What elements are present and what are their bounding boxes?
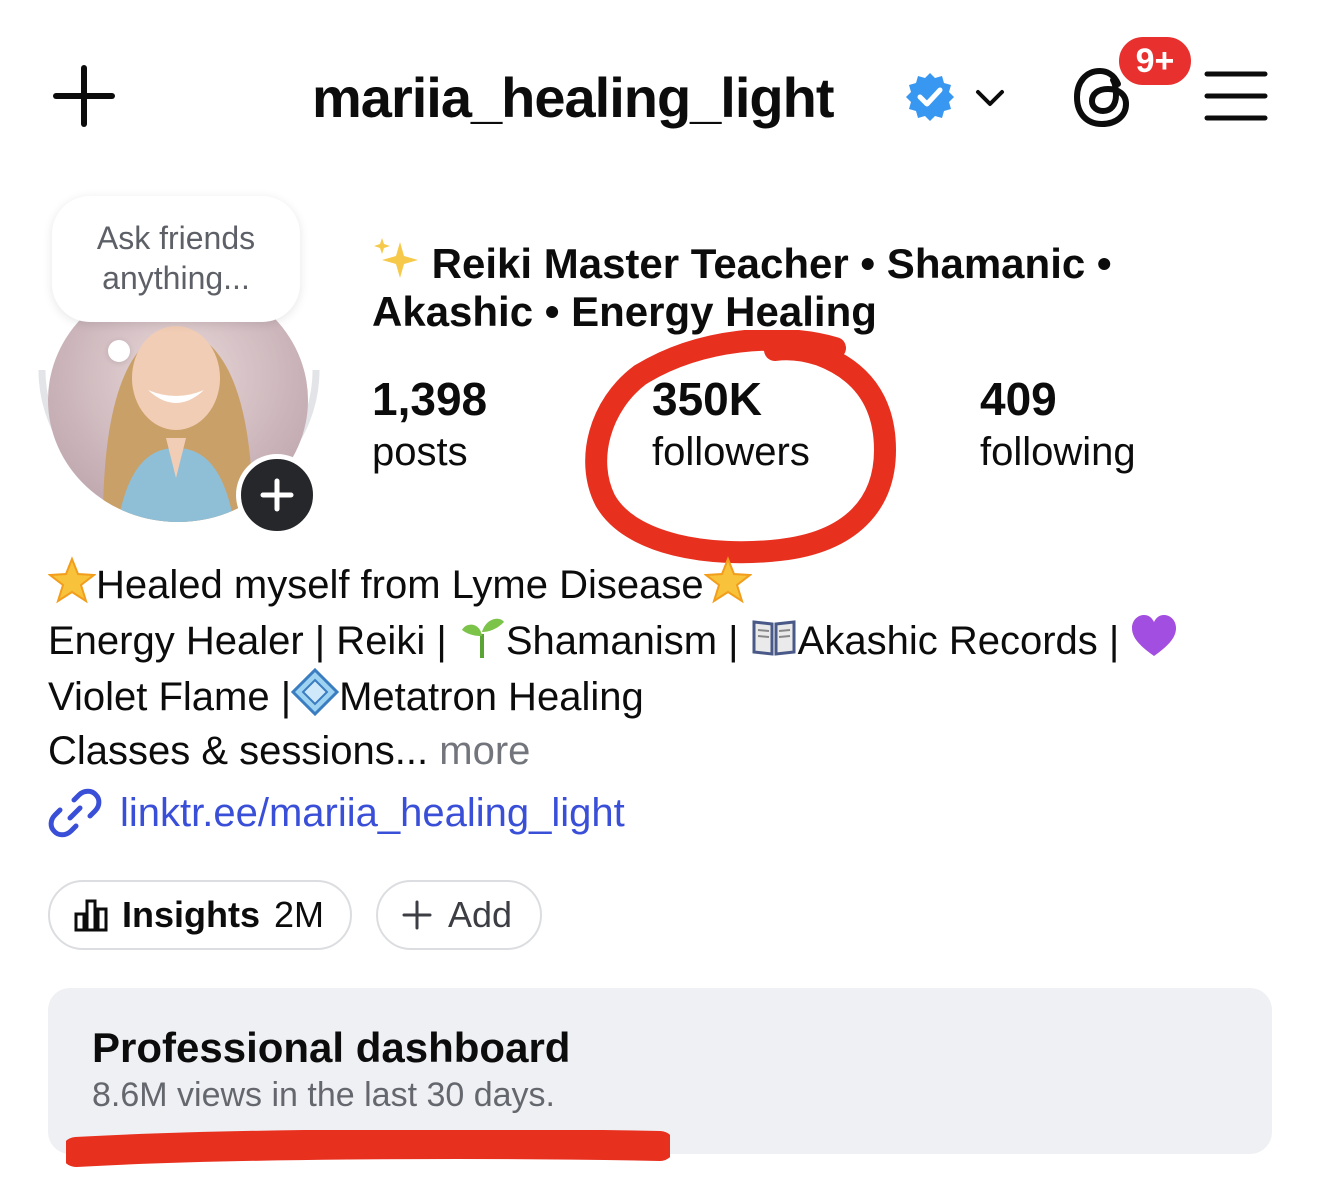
category-line2: Akashic • Energy Healing — [372, 288, 877, 335]
menu-hamburger-icon[interactable] — [1204, 70, 1268, 122]
stat-posts[interactable]: 1,398 posts — [372, 374, 487, 480]
bio-line-3: Violet Flame | Metatron Healing — [48, 668, 1288, 724]
posts-count: 1,398 — [372, 373, 488, 425]
bio-akashic: Akashic Records | — [797, 619, 1131, 663]
posts-label: posts — [372, 430, 468, 474]
red-underline-annotation — [66, 1130, 670, 1167]
link-icon — [48, 788, 102, 838]
verified-badge-icon — [906, 73, 954, 121]
category-line1: Reiki Master Teacher • Shamanic • — [431, 240, 1112, 287]
sparkles-emoji-icon — [374, 238, 418, 278]
bio-classes: Classes & sessions... — [48, 729, 429, 773]
bio-energy-healer: Energy Healer | Reiki | — [48, 619, 458, 663]
profile-bio: Healed myself from Lyme Disease Energy H… — [48, 556, 1288, 778]
glowing-star-icon — [703, 556, 752, 604]
create-plus-icon[interactable] — [50, 62, 118, 130]
bio-metatron: Metatron Healing — [339, 675, 644, 719]
bio-link-text: linktr.ee/mariia_healing_light — [120, 790, 625, 835]
bar-chart-icon — [74, 899, 108, 932]
add-label: Add — [448, 894, 513, 935]
profile-category: Reiki Master Teacher • Shamanic • Akashi… — [372, 236, 1202, 336]
insights-label: Insights — [122, 894, 261, 935]
add-button[interactable]: Add — [376, 880, 542, 950]
account-switch-chevron-icon[interactable] — [972, 82, 1008, 116]
red-circle-annotation — [585, 330, 897, 564]
note-bubble-tail — [108, 340, 130, 362]
seedling-icon — [461, 618, 504, 658]
insights-button[interactable]: Insights 2M — [48, 880, 352, 950]
glowing-star-icon — [48, 556, 96, 604]
stat-following[interactable]: 409 following — [980, 374, 1136, 480]
following-label: following — [980, 430, 1136, 474]
bio-line-4: Classes & sessions... more — [48, 724, 1288, 778]
plus-icon — [402, 900, 432, 930]
bio-line-1: Healed myself from Lyme Disease — [48, 556, 1288, 612]
bio-link[interactable]: linktr.ee/mariia_healing_light — [48, 786, 625, 840]
diamond-icon — [291, 668, 340, 716]
note-bubble[interactable]: Ask friends anything... — [52, 196, 300, 322]
bio-shamanism: Shamanism | — [505, 619, 750, 663]
plus-icon — [260, 478, 294, 512]
insights-value: 2M — [274, 894, 325, 935]
purple-heart-icon — [1132, 615, 1177, 656]
bio-healed: Healed myself from Lyme Disease — [96, 563, 704, 607]
add-story-button[interactable] — [236, 454, 318, 536]
profile-username[interactable]: mariia_healing_light — [312, 62, 834, 134]
following-count: 409 — [980, 373, 1057, 425]
notification-badge[interactable]: 9+ — [1116, 34, 1194, 88]
note-prompt: Ask friends anything... — [96, 220, 256, 296]
bio-line-2: Energy Healer | Reiki | Shamanism | Akas… — [48, 612, 1288, 668]
open-book-icon — [752, 620, 796, 656]
dashboard-title: Professional dashboard — [92, 1024, 571, 1071]
dashboard-subtitle: 8.6M views in the last 30 days. — [92, 1076, 556, 1114]
bio-violet-flame: Violet Flame | — [48, 675, 292, 719]
bio-more-link[interactable]: more — [439, 729, 530, 773]
